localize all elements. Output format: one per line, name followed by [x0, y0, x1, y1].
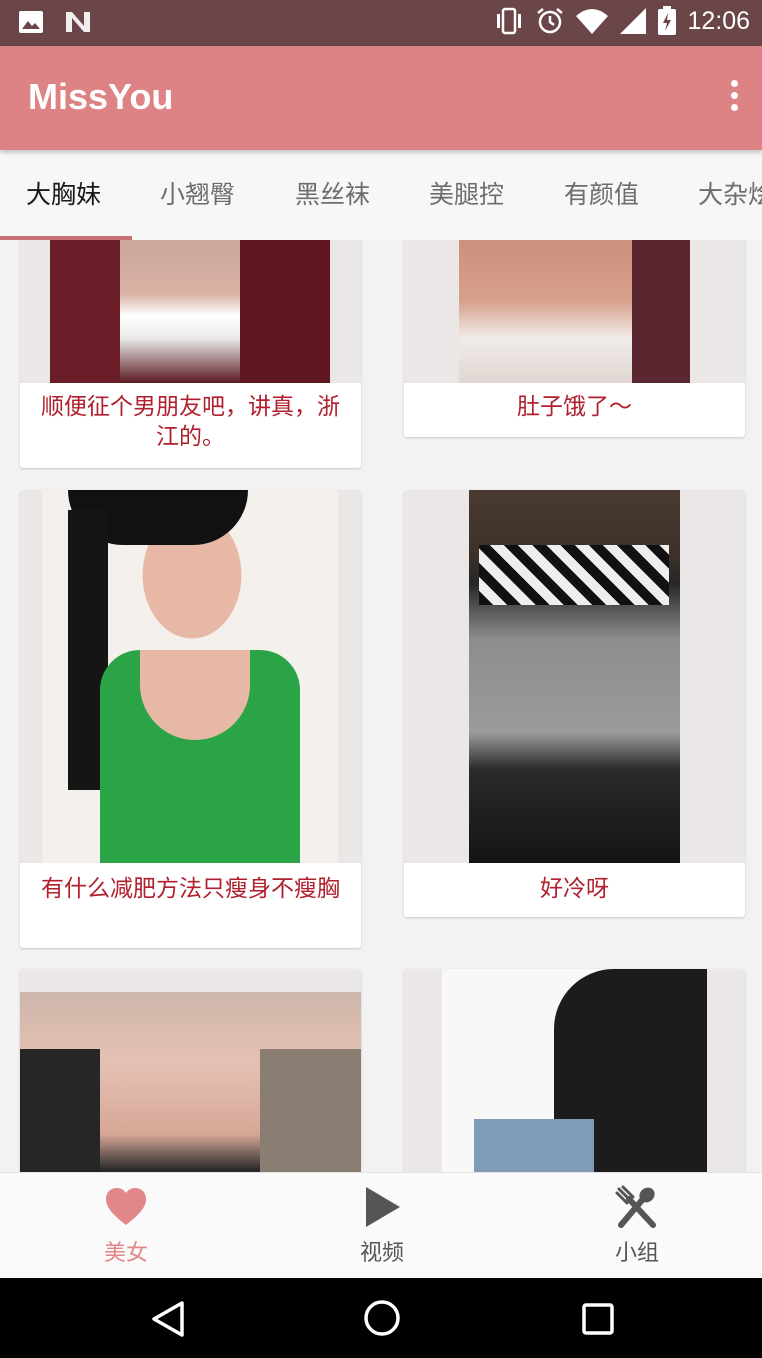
- signal-icon: [620, 8, 647, 34]
- recents-icon[interactable]: [582, 1303, 614, 1335]
- nav-label: 小组: [614, 1241, 659, 1266]
- photo-caption: 肚子饿了～: [517, 394, 632, 420]
- home-icon[interactable]: [363, 1299, 401, 1337]
- photo-thumbnail: [404, 240, 745, 383]
- status-time: 12:06: [687, 6, 750, 35]
- tab-black-stockings[interactable]: 黑丝袜: [295, 150, 370, 240]
- photo-card[interactable]: [20, 969, 361, 1172]
- nav-item-group[interactable]: 小组: [577, 1173, 697, 1279]
- photo-thumbnail: [20, 240, 361, 383]
- tab-misc[interactable]: 大杂烩: [698, 150, 762, 240]
- alarm-icon: [537, 8, 564, 34]
- photo-thumbnail: [20, 969, 361, 1172]
- play-icon: [366, 1187, 400, 1227]
- more-vert-icon[interactable]: [728, 80, 740, 114]
- photo-caption: 有什么减肥方法只瘦身不瘦胸: [41, 876, 340, 902]
- photo-card[interactable]: 顺便征个男朋友吧，讲真，浙江的。: [20, 240, 361, 468]
- nav-label: 视频: [359, 1241, 404, 1266]
- tab-small-hip[interactable]: 小翘臀: [160, 150, 235, 240]
- battery-icon: [658, 6, 677, 35]
- system-navigation-bar: [0, 1278, 762, 1358]
- photo-card[interactable]: 肚子饿了～: [404, 240, 745, 437]
- tab-indicator: [0, 236, 132, 240]
- bottom-navigation: 美女 视频 小组: [0, 1172, 762, 1278]
- heart-icon: [106, 1188, 146, 1225]
- photo-caption: 顺便征个男朋友吧，讲真，浙江的。: [41, 394, 340, 450]
- n-icon: [66, 12, 90, 32]
- photo-thumbnail: [404, 490, 745, 863]
- vibrate-icon: [497, 7, 522, 35]
- image-icon: [19, 11, 43, 33]
- photo-card[interactable]: 有什么减肥方法只瘦身不瘦胸: [20, 490, 361, 948]
- back-icon[interactable]: [150, 1300, 186, 1338]
- photo-thumbnail: [404, 969, 745, 1172]
- nav-label: 美女: [103, 1241, 148, 1266]
- app-title: MissYou: [28, 76, 174, 117]
- app-bar: MissYou: [0, 46, 762, 150]
- photo-thumbnail: [20, 490, 361, 863]
- photo-caption: 好冷呀: [540, 876, 609, 902]
- status-bar: 12:06: [0, 0, 762, 46]
- tab-big-chest[interactable]: 大胸妹: [26, 150, 101, 240]
- fork-knife-icon: [615, 1185, 656, 1228]
- nav-item-video[interactable]: 视频: [322, 1173, 442, 1279]
- tab-legs[interactable]: 美腿控: [429, 150, 504, 240]
- wifi-icon: [576, 9, 609, 34]
- photo-card[interactable]: 好冷呀: [404, 490, 745, 917]
- tab-pretty-face[interactable]: 有颜值: [564, 150, 639, 240]
- photo-grid: 顺便征个男朋友吧，讲真，浙江的。 肚子饿了～ 有什么减肥方法只瘦身不瘦胸 好冷呀: [0, 240, 762, 1172]
- photo-card[interactable]: [404, 969, 745, 1172]
- nav-item-beauty[interactable]: 美女: [66, 1173, 186, 1279]
- category-tabs: 大胸妹 小翘臀 黑丝袜 美腿控 有颜值 大杂烩: [0, 150, 762, 240]
